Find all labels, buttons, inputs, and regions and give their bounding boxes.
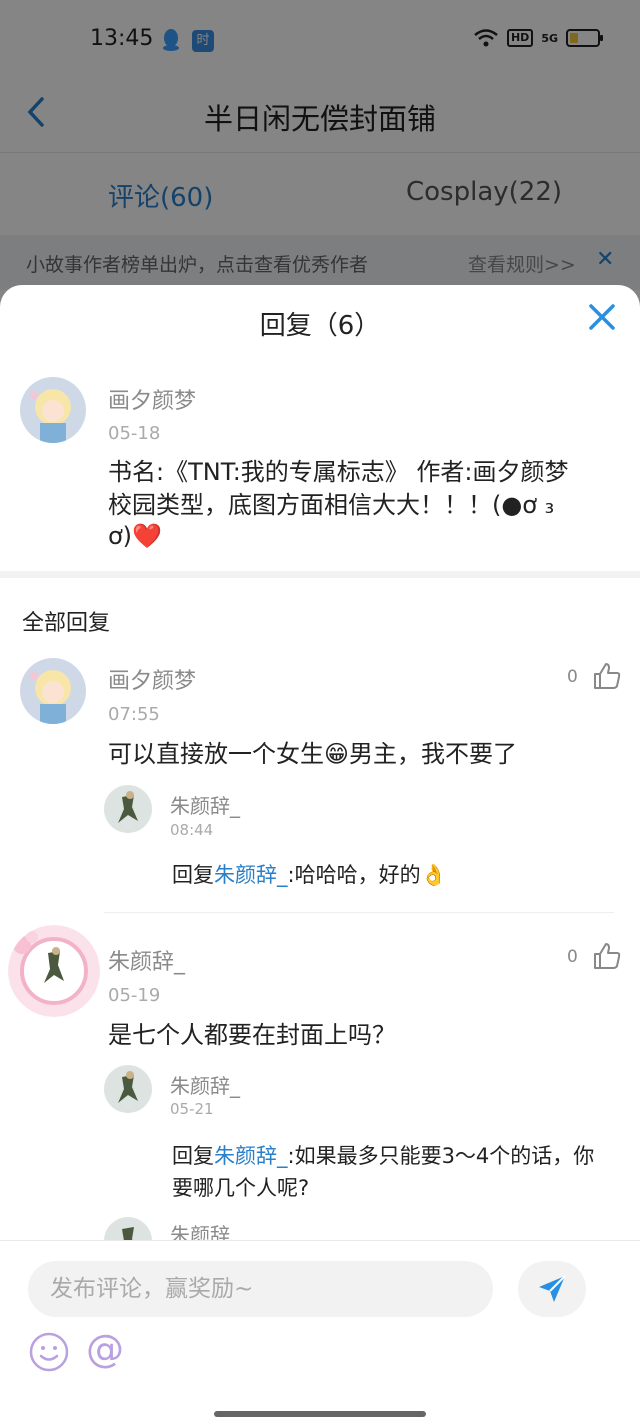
- mention-link[interactable]: 朱颜辞_: [214, 1144, 288, 1168]
- comment-input[interactable]: [28, 1261, 493, 1317]
- sub-reply-text: 回复朱颜辞_:哈哈哈，好的👌: [172, 863, 447, 887]
- post-username[interactable]: 画夕颜梦: [108, 383, 196, 415]
- home-indicator[interactable]: [214, 1411, 426, 1417]
- sub-reply-text: 要哪几个人呢?: [172, 1176, 310, 1200]
- post-date: 05-18: [108, 423, 161, 444]
- sub-reply-date: 08:44: [170, 821, 214, 839]
- like-count: 0: [567, 667, 578, 687]
- avatar[interactable]: [8, 925, 100, 1017]
- avatar[interactable]: [20, 658, 86, 724]
- reply-date: 07:55: [108, 704, 160, 725]
- reply-date: 05-19: [108, 985, 161, 1006]
- sheet-title: 回复（6）: [259, 311, 381, 341]
- send-button[interactable]: [518, 1261, 586, 1317]
- reply-username[interactable]: 画夕颜梦: [108, 663, 196, 695]
- reply-text: 可以直接放一个女生😁男主，我不要了: [108, 740, 518, 768]
- post-text-line: ơ)❤️: [108, 522, 162, 550]
- emoji-icon[interactable]: [28, 1331, 70, 1373]
- sub-reply-text: 回复朱颜辞_:如果最多只能要3～4个的话，你: [172, 1144, 595, 1168]
- send-icon: [539, 1275, 566, 1302]
- avatar[interactable]: [104, 1065, 152, 1113]
- reply-username[interactable]: 朱颜辞_: [108, 944, 185, 976]
- close-icon[interactable]: [586, 301, 618, 333]
- mention-link[interactable]: 朱颜辞_: [214, 863, 288, 887]
- reply-text: 是七个人都要在封面上吗？: [108, 1021, 396, 1049]
- post-text-line: 书名:《TNT:我的专属标志》 作者:画夕颜梦: [108, 458, 569, 486]
- reply-sheet: 回复（6） 画夕颜梦 05-18 书名:《TNT:我的专属标志》 作者:画夕颜梦…: [0, 285, 640, 1422]
- avatar[interactable]: [20, 377, 86, 443]
- comment-input-bar: @: [0, 1240, 640, 1422]
- thumbs-up-icon[interactable]: [592, 941, 622, 971]
- all-replies-label: 全部回复: [22, 611, 111, 636]
- sub-reply-username[interactable]: 朱颜辞_: [170, 1070, 240, 1099]
- sub-reply-date: 05-21: [170, 1100, 214, 1118]
- avatar[interactable]: [104, 785, 152, 833]
- thumbs-up-icon[interactable]: [592, 661, 622, 691]
- mention-button[interactable]: @: [86, 1327, 124, 1371]
- sub-reply-username[interactable]: 朱颜辞_: [170, 790, 240, 819]
- post-text-line: 校园类型，底图方面相信大大！！！(●ơ ₃: [108, 491, 555, 519]
- like-count: 0: [567, 947, 578, 967]
- section-divider: [0, 571, 640, 578]
- row-divider: [104, 912, 614, 913]
